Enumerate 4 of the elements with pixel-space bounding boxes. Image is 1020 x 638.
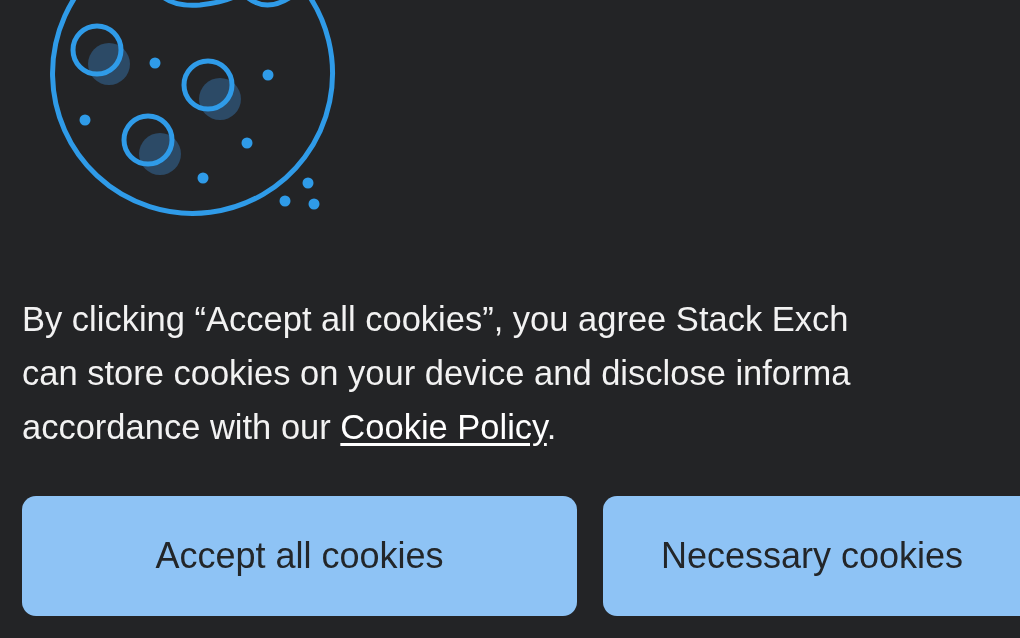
necessary-cookies-button[interactable]: Necessary cookies xyxy=(603,496,1020,616)
cookie-policy-link[interactable]: Cookie Policy xyxy=(340,408,547,446)
cookie-consent-text: By clicking “Accept all cookies”, you agree Stack Exch can store cookies on your device and disclose informa accordance with our Cookie Policy. xyxy=(22,299,852,448)
accept-all-button[interactable]: Accept all cookies xyxy=(22,496,577,616)
